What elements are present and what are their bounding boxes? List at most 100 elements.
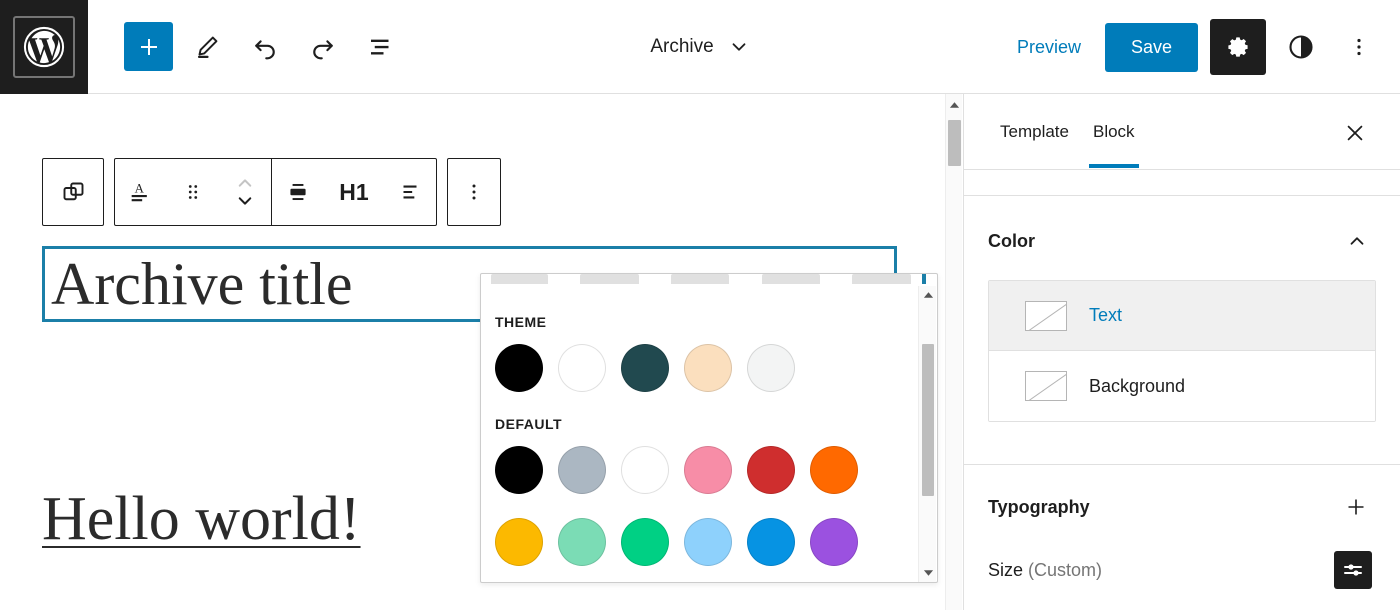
color-swatch[interactable] — [495, 446, 543, 494]
sidebar-spacer — [964, 170, 1400, 196]
preview-button[interactable]: Preview — [1005, 27, 1093, 68]
color-swatch[interactable] — [747, 518, 795, 566]
popover-partial-gap — [820, 274, 852, 284]
color-swatch[interactable] — [558, 344, 606, 392]
color-swatch[interactable] — [621, 446, 669, 494]
text-align-left-icon — [403, 185, 417, 199]
color-option-background-label: Background — [1089, 375, 1186, 396]
default-swatch-row-1 — [495, 446, 917, 494]
color-swatch[interactable] — [495, 518, 543, 566]
gear-icon — [1228, 37, 1248, 57]
tab-block[interactable]: Block — [1081, 96, 1147, 168]
popover-anchor-caret — [922, 274, 926, 284]
save-button[interactable]: Save — [1104, 22, 1198, 72]
typography-size-label: Size (Custom) — [988, 560, 1102, 581]
add-block-button[interactable] — [124, 22, 173, 71]
color-section-header[interactable]: Color — [964, 196, 1400, 272]
block-toolbar-group-options — [447, 158, 501, 226]
drag-handle-dots-icon — [188, 185, 198, 199]
close-x-icon — [1347, 125, 1363, 141]
block-toolbar: A H1 — [42, 158, 501, 226]
block-more-options-button[interactable] — [448, 159, 500, 225]
color-swatch[interactable] — [684, 344, 732, 392]
color-section-collapse-button[interactable] — [1342, 226, 1372, 256]
document-title-button[interactable]: Archive — [638, 28, 761, 66]
typography-section-title: Typography — [988, 496, 1090, 517]
color-options-list: Text Background — [988, 280, 1376, 422]
color-option-text[interactable]: Text — [989, 281, 1375, 351]
wordpress-site-editor: Archive Preview Save A H1 Archive title … — [0, 0, 1400, 610]
color-section-title: Color — [988, 230, 1035, 251]
more-options-button[interactable] — [1336, 24, 1382, 70]
color-swatch[interactable] — [621, 518, 669, 566]
post-title-link[interactable]: Hello world! — [42, 485, 361, 553]
popover-partial-gap — [639, 274, 671, 284]
popover-scrollbar-thumb[interactable] — [922, 344, 934, 496]
paragraph-transform-icon: A — [131, 182, 147, 202]
typography-add-button[interactable] — [1340, 491, 1372, 523]
color-palette-body: THEME DEFAULT — [481, 288, 917, 582]
post-title-block[interactable]: Hello world! — [42, 484, 361, 555]
color-swatch[interactable] — [810, 446, 858, 494]
redo-button[interactable] — [299, 23, 347, 71]
popover-partial-tab[interactable] — [761, 274, 821, 284]
move-up-down-chevrons-icon — [238, 179, 252, 205]
empty-color-swatch-icon — [1025, 371, 1067, 401]
styles-button[interactable] — [1278, 24, 1324, 70]
popover-partial-tab[interactable] — [670, 274, 730, 284]
settings-toggle-button[interactable] — [1210, 19, 1266, 75]
close-sidebar-button[interactable] — [1338, 116, 1372, 150]
chevron-up-icon — [1350, 237, 1364, 245]
tab-template[interactable]: Template — [988, 96, 1081, 168]
pencil-icon — [197, 36, 217, 58]
edit-tool-button[interactable] — [183, 23, 231, 71]
undo-button[interactable] — [241, 23, 289, 71]
text-align-button[interactable] — [384, 159, 436, 225]
color-swatch[interactable] — [684, 446, 732, 494]
vertical-ellipsis-icon — [1357, 38, 1361, 56]
color-swatch[interactable] — [558, 446, 606, 494]
color-swatch[interactable] — [747, 344, 795, 392]
block-toolbar-group-main: A H1 — [114, 158, 437, 226]
popover-partial-tab[interactable] — [852, 274, 911, 284]
popover-partial-tab[interactable] — [579, 274, 639, 284]
select-parent-block-button[interactable] — [43, 159, 103, 225]
color-swatch[interactable] — [621, 344, 669, 392]
plus-icon — [140, 38, 157, 55]
empty-color-swatch-icon — [1025, 300, 1067, 331]
settings-sidebar: Template Block Color Text Background Typ… — [963, 94, 1400, 610]
color-swatch[interactable] — [495, 344, 543, 392]
block-toolbar-group-parent — [42, 158, 104, 226]
popover-partial-tab[interactable] — [491, 274, 548, 284]
block-align-button[interactable] — [272, 159, 324, 225]
editor-header: Archive Preview Save — [0, 0, 1400, 94]
move-block-up-down-button[interactable] — [219, 159, 271, 225]
svg-text:A: A — [135, 182, 145, 196]
color-swatch[interactable] — [558, 518, 606, 566]
scroll-down-arrow-icon[interactable] — [919, 566, 937, 580]
color-swatch[interactable] — [747, 446, 795, 494]
scroll-up-arrow-icon[interactable] — [946, 98, 963, 112]
color-swatch[interactable] — [810, 518, 858, 566]
size-value-text: (Custom) — [1028, 559, 1103, 580]
color-swatch[interactable] — [684, 518, 732, 566]
canvas-scrollbar[interactable] — [945, 94, 962, 610]
list-view-icon — [371, 39, 389, 54]
archive-title-text: Archive title — [51, 251, 353, 317]
document-title-label: Archive — [650, 36, 714, 57]
scroll-up-arrow-icon[interactable] — [919, 288, 937, 302]
popover-scrollbar[interactable] — [918, 286, 936, 582]
default-swatch-row-2 — [495, 518, 917, 566]
list-view-button[interactable] — [357, 23, 405, 71]
drag-handle-button[interactable] — [167, 159, 219, 225]
select-parent-blocks-icon — [63, 182, 83, 200]
heading-level-button[interactable]: H1 — [324, 159, 384, 225]
typography-size-settings-button[interactable] — [1334, 551, 1372, 589]
popover-top-partial-controls — [491, 274, 911, 284]
canvas-scrollbar-thumb[interactable] — [948, 120, 961, 166]
color-picker-popover: THEME DEFAULT — [480, 273, 938, 583]
block-type-transform-button[interactable]: A — [115, 159, 167, 225]
color-option-background[interactable]: Background — [989, 351, 1375, 421]
wordpress-logo-button[interactable] — [0, 0, 88, 94]
wordpress-logo-icon — [13, 15, 75, 78]
